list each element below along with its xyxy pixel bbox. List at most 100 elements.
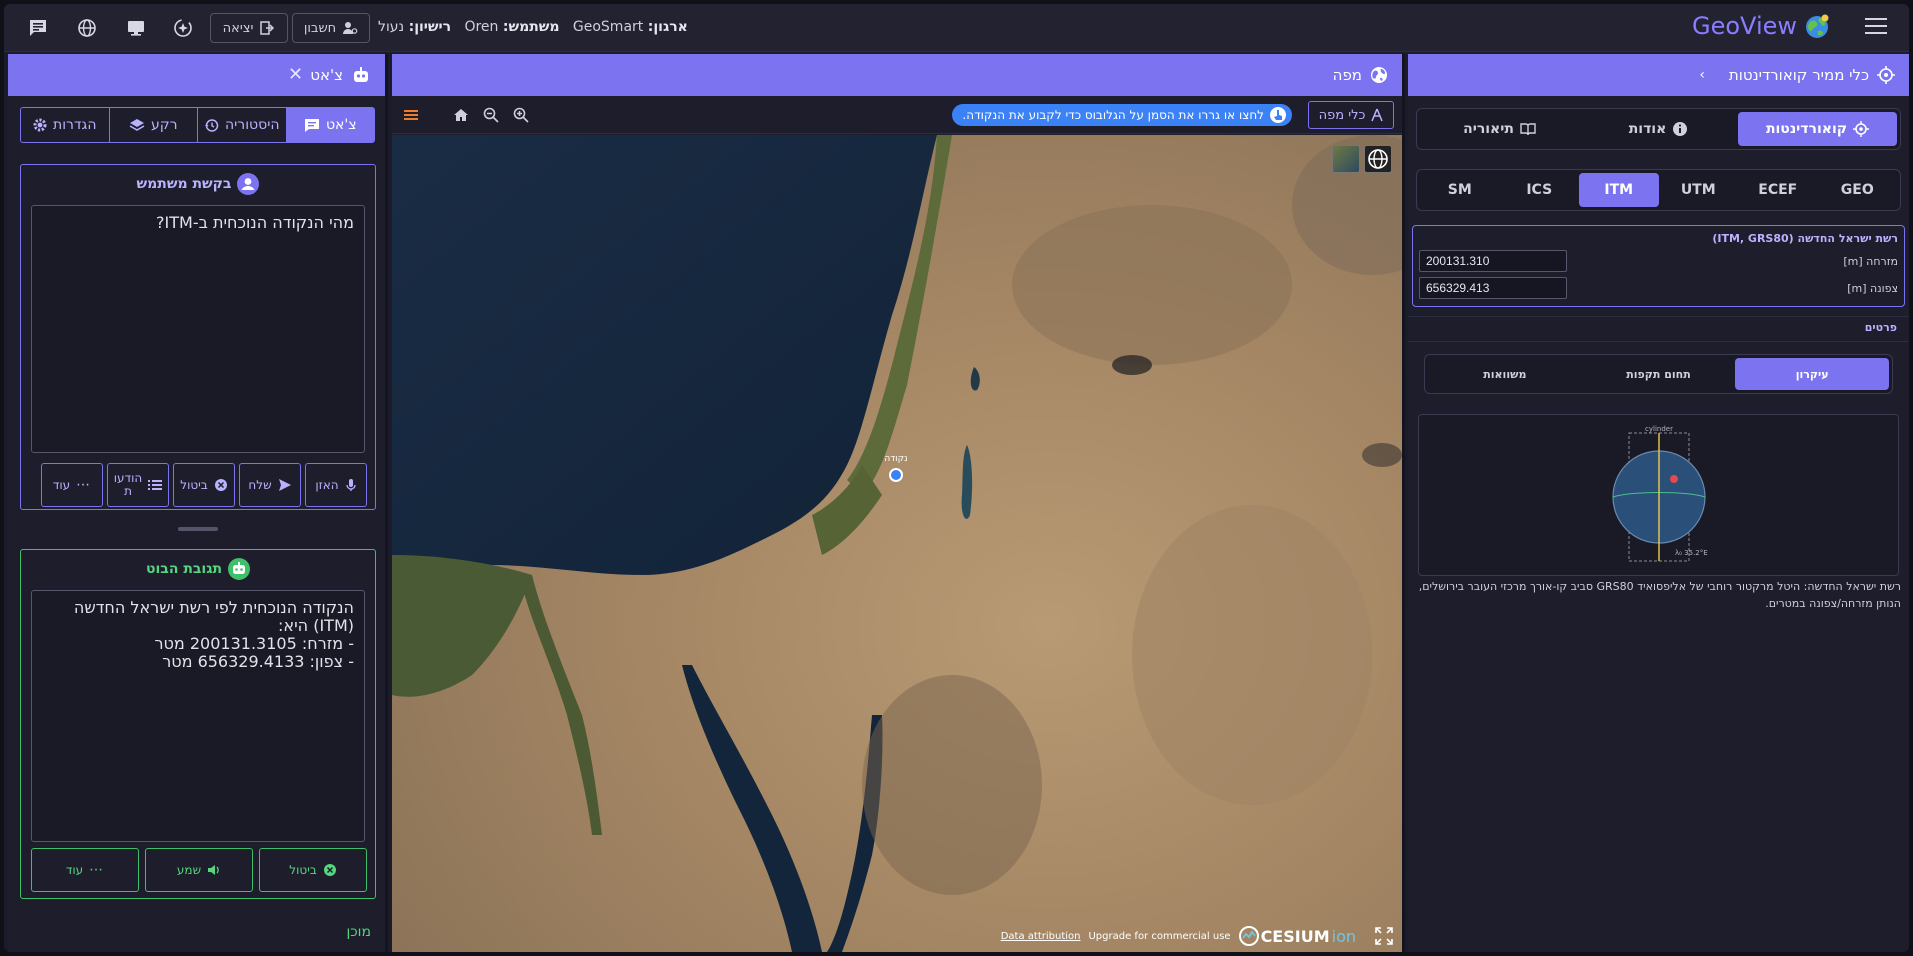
more-response-label: עוד <box>65 863 84 877</box>
user-request-input[interactable]: מהי הנקודה הנוכחית ב-ITM? <box>31 205 365 453</box>
zoom-out-icon[interactable] <box>480 104 502 126</box>
session-info: ארגון: GeoSmart משתמש: Oren רישיון: נעול <box>378 19 688 35</box>
tab-background-label: רקע <box>150 117 178 133</box>
logout-icon <box>260 21 275 35</box>
cylinder-label: cylinder <box>1645 425 1673 433</box>
listen-button[interactable]: האזן <box>305 463 367 507</box>
close-icon[interactable]: ✕ <box>288 64 303 85</box>
hamburger-menu-icon[interactable] <box>1865 18 1887 38</box>
tab-validity[interactable]: תחום תקפות <box>1582 358 1736 390</box>
north-input[interactable] <box>1419 277 1567 299</box>
tab-system-ics[interactable]: ICS <box>1500 173 1580 207</box>
itm-coordinates-box: רשת ישראל החדשה (ITM, GRS80) מזרחה [m] צ… <box>1412 225 1905 307</box>
bot-response-header: תגובת הבוט <box>21 558 375 580</box>
coordinate-system-tabs: SM ICS ITM UTM ECEF GEO <box>1416 169 1901 211</box>
logout-button[interactable]: יציאה <box>210 13 288 43</box>
scene-mode-globe-icon[interactable] <box>1364 145 1392 173</box>
tab-equations[interactable]: משוואות <box>1428 358 1582 390</box>
top-bar: יציאה חשבון ארגון: GeoSmart משתמש: Oren … <box>4 4 1909 52</box>
zoom-in-icon[interactable] <box>510 104 532 126</box>
tab-settings[interactable]: הגדרות <box>21 108 110 142</box>
account-label: חשבון <box>303 20 337 36</box>
tab-about[interactable]: אודות <box>1579 112 1738 146</box>
cancel-response-button[interactable]: ביטול <box>259 848 367 892</box>
cesium-logo[interactable]: CESIUM ion <box>1238 926 1356 946</box>
globe-header-icon <box>1371 67 1387 83</box>
listen-label: האזן <box>315 478 339 492</box>
cancel-response-label: ביטול <box>289 863 317 877</box>
info-icon <box>1673 122 1688 136</box>
target-icon <box>1853 121 1870 137</box>
tab-coordinates-label: קואורדינטות <box>1765 121 1848 137</box>
tab-coordinates[interactable]: קואורדינטות <box>1738 112 1897 146</box>
tab-chat[interactable]: צ'אט <box>286 108 374 142</box>
north-row: צפונה [m] <box>1419 277 1898 301</box>
tab-system-itm[interactable]: ITM <box>1579 173 1659 207</box>
messages-button[interactable]: הודעו ת <box>107 463 169 507</box>
tab-theory[interactable]: תיאוריה <box>1420 112 1579 146</box>
fullscreen-icon[interactable] <box>1372 924 1396 948</box>
monitor-icon[interactable] <box>123 15 149 41</box>
converter-panel-header: ‹ כלי ממיר קואורדינטות <box>1408 54 1909 96</box>
tab-system-sm[interactable]: SM <box>1420 173 1500 207</box>
send-label: שלח <box>248 478 272 492</box>
cesium-brand-text: CESIUM <box>1260 926 1330 946</box>
map-toolbar: לחצו או גררו את הסמן על הגלובוס כדי לקבו… <box>392 96 1402 134</box>
east-row: מזרחה [m] <box>1419 250 1898 274</box>
speaker-icon <box>208 865 219 875</box>
map-panel-title: מפה <box>1332 66 1362 84</box>
map-marker-pin[interactable] <box>889 468 903 482</box>
map-attribution: Data attribution Upgrade for commercial … <box>1001 926 1356 946</box>
cesium-suffix-text: ion <box>1331 926 1356 946</box>
tab-principle[interactable]: עיקרון <box>1735 358 1889 390</box>
globe-icon[interactable] <box>74 15 100 41</box>
more-request-button[interactable]: ⋯ עוד <box>41 463 103 507</box>
coordinate-converter-panel: ‹ כלי ממיר קואורדינטות קואורדינטות אודות… <box>1408 54 1909 952</box>
more-response-button[interactable]: ⋯ עוד <box>31 848 139 892</box>
tab-background[interactable]: רקע <box>110 108 198 142</box>
send-icon <box>278 479 291 491</box>
send-button[interactable]: שלח <box>239 463 301 507</box>
tab-system-ecef[interactable]: ECEF <box>1738 173 1818 207</box>
app-logo[interactable]: GeoView <box>1692 12 1831 40</box>
map-hint-text: לחצו או גררו את הסמן על הגלובוס כדי לקבו… <box>962 108 1264 122</box>
tab-theory-label: תיאוריה <box>1463 121 1514 137</box>
resize-handle[interactable] <box>178 527 218 531</box>
globe-view[interactable]: נקודה Data attribution Upgrade for comme… <box>392 135 1402 952</box>
upgrade-link[interactable]: Upgrade for commercial use <box>1088 931 1230 942</box>
user-request-header: בקשת משתמש <box>21 173 375 195</box>
meridian-label: λ₀ 35.2°E <box>1675 549 1708 557</box>
base-layer-picker-icon[interactable] <box>1332 145 1360 173</box>
data-attribution-link[interactable]: Data attribution <box>1001 931 1081 942</box>
chat-panel-title: צ'אט <box>310 66 343 84</box>
gear-icon <box>33 118 47 132</box>
user-value: Oren <box>464 19 499 35</box>
tab-system-geo[interactable]: GEO <box>1818 173 1898 207</box>
map-panel-header: מפה <box>392 54 1402 96</box>
list-icon <box>148 480 163 490</box>
cancel-circle-icon <box>214 479 227 491</box>
satellite-map[interactable]: נקודה <box>392 135 1402 952</box>
converter-main-tabs: קואורדינטות אודות תיאוריה <box>1416 108 1901 150</box>
ai-sparkle-icon[interactable] <box>170 15 196 41</box>
divider <box>1408 341 1909 342</box>
chat-message-icon <box>304 119 319 132</box>
book-icon <box>1520 123 1536 136</box>
layers-menu-icon[interactable] <box>400 104 422 126</box>
logo-text: GeoView <box>1692 12 1797 40</box>
cancel-request-button[interactable]: ביטול <box>173 463 235 507</box>
org-value: GeoSmart <box>572 19 644 35</box>
tab-history[interactable]: היסטוריה <box>198 108 287 142</box>
divider <box>1408 316 1909 317</box>
tab-system-utm[interactable]: UTM <box>1659 173 1739 207</box>
chevron-left-icon[interactable]: ‹ <box>1699 67 1705 83</box>
map-tools-button[interactable]: כלי מפה <box>1308 101 1394 129</box>
account-button[interactable]: חשבון <box>292 13 370 43</box>
east-input[interactable] <box>1419 250 1567 272</box>
hear-button[interactable]: שמע <box>145 848 253 892</box>
map-tools-label: כלי מפה <box>1318 107 1366 123</box>
home-icon[interactable] <box>450 104 472 126</box>
chat-bubble-icon[interactable] <box>25 15 51 41</box>
cancel-circle-icon <box>323 864 336 876</box>
details-label: פרטים <box>1864 321 1897 334</box>
